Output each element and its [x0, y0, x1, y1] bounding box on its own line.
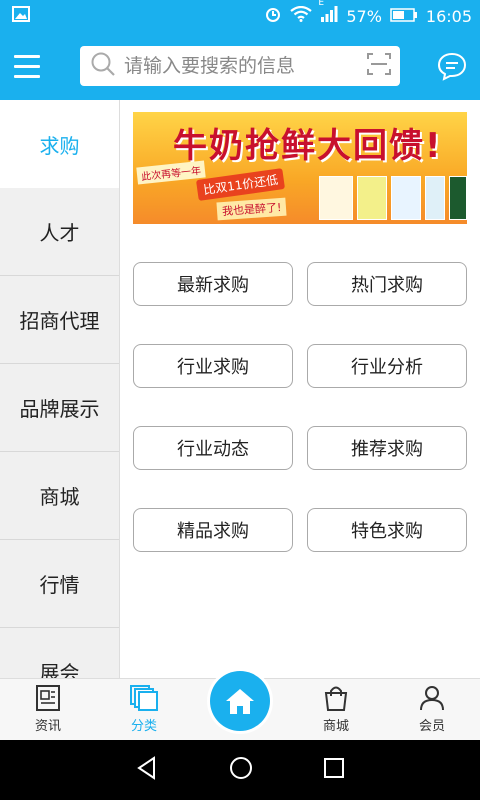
sidebar-item-qiugou[interactable]: 求购	[0, 100, 119, 188]
category-button[interactable]: 行业求购	[133, 344, 293, 388]
battery-icon	[390, 7, 418, 26]
tab-mall-label: 商城	[322, 719, 349, 734]
system-nav-bar	[0, 740, 480, 800]
home-circle-icon[interactable]	[228, 755, 254, 785]
message-button[interactable]	[436, 50, 468, 82]
category-content: 牛奶抢鲜大回馈! 此次再等一年 比双11价还低 我也是醉了! 最新求购 热门求购…	[121, 100, 480, 678]
tab-mall[interactable]: 商城	[288, 679, 384, 740]
user-icon	[420, 686, 444, 711]
news-icon	[36, 685, 60, 711]
home-button[interactable]	[210, 671, 270, 731]
banner-title: 牛奶抢鲜大回馈!	[173, 126, 443, 166]
back-icon[interactable]	[134, 755, 160, 785]
tab-member-label: 会员	[418, 719, 445, 734]
category-button[interactable]: 热门求购	[307, 262, 467, 306]
recents-icon[interactable]	[322, 756, 346, 784]
battery-percent: 57%	[346, 6, 382, 26]
shopping-bag-icon	[324, 686, 348, 711]
banner-tag: 此次再等一年	[136, 160, 206, 185]
status-bar: E 57% 16:05	[0, 0, 480, 32]
menu-button[interactable]	[0, 32, 54, 100]
category-button[interactable]: 行业动态	[133, 426, 293, 470]
category-button[interactable]: 精品求购	[133, 508, 293, 552]
category-button-grid: 最新求购 热门求购 行业求购 行业分析 行业动态 推荐求购 精品求购 特色求购	[133, 262, 467, 552]
wifi-icon	[290, 5, 313, 26]
network-type-label: E	[318, 0, 325, 8]
milk-product-image	[425, 176, 445, 220]
tab-member[interactable]: 会员	[384, 679, 480, 740]
search-input[interactable]	[116, 55, 367, 77]
category-icon	[130, 685, 158, 711]
sidebar-item-rencai[interactable]: 人才	[0, 188, 119, 276]
sidebar-item-zhanhui[interactable]: 展会	[0, 628, 119, 678]
sidebar-item-shangcheng[interactable]: 商城	[0, 452, 119, 540]
search-bar[interactable]	[80, 46, 400, 86]
category-button[interactable]: 推荐求购	[307, 426, 467, 470]
milk-product-image	[449, 176, 467, 220]
milk-product-image	[391, 176, 421, 220]
chat-bubble-icon	[437, 52, 467, 81]
sidebar-item-zhaoshang[interactable]: 招商代理	[0, 276, 119, 364]
menu-icon	[14, 54, 40, 58]
category-button[interactable]: 特色求购	[307, 508, 467, 552]
banner-subtitle: 比双11价还低	[195, 168, 286, 201]
search-icon	[90, 51, 116, 81]
home-icon	[226, 689, 254, 714]
home-button-wrapper	[207, 668, 273, 734]
promo-banner[interactable]: 牛奶抢鲜大回馈! 此次再等一年 比双11价还低 我也是醉了!	[133, 112, 467, 224]
category-button[interactable]: 最新求购	[133, 262, 293, 306]
gallery-notification-icon	[12, 6, 30, 26]
category-button[interactable]: 行业分析	[307, 344, 467, 388]
scan-icon[interactable]	[367, 53, 391, 79]
tab-news[interactable]: 资讯	[0, 679, 96, 740]
sidebar-item-pinpai[interactable]: 品牌展示	[0, 364, 119, 452]
tab-category[interactable]: 分类	[96, 679, 192, 740]
milk-product-image	[357, 176, 387, 220]
banner-tag-secondary: 我也是醉了!	[216, 197, 287, 221]
alarm-icon	[264, 5, 282, 27]
tab-category-label: 分类	[130, 719, 157, 734]
category-sidebar: 求购 人才 招商代理 品牌展示 商城 行情 展会	[0, 100, 120, 678]
signal-icon: E	[318, 0, 338, 26]
sidebar-item-hangqing[interactable]: 行情	[0, 540, 119, 628]
tab-news-label: 资讯	[34, 719, 61, 734]
milk-product-image	[319, 176, 353, 220]
clock-time: 16:05	[425, 6, 472, 26]
app-header	[0, 32, 480, 100]
